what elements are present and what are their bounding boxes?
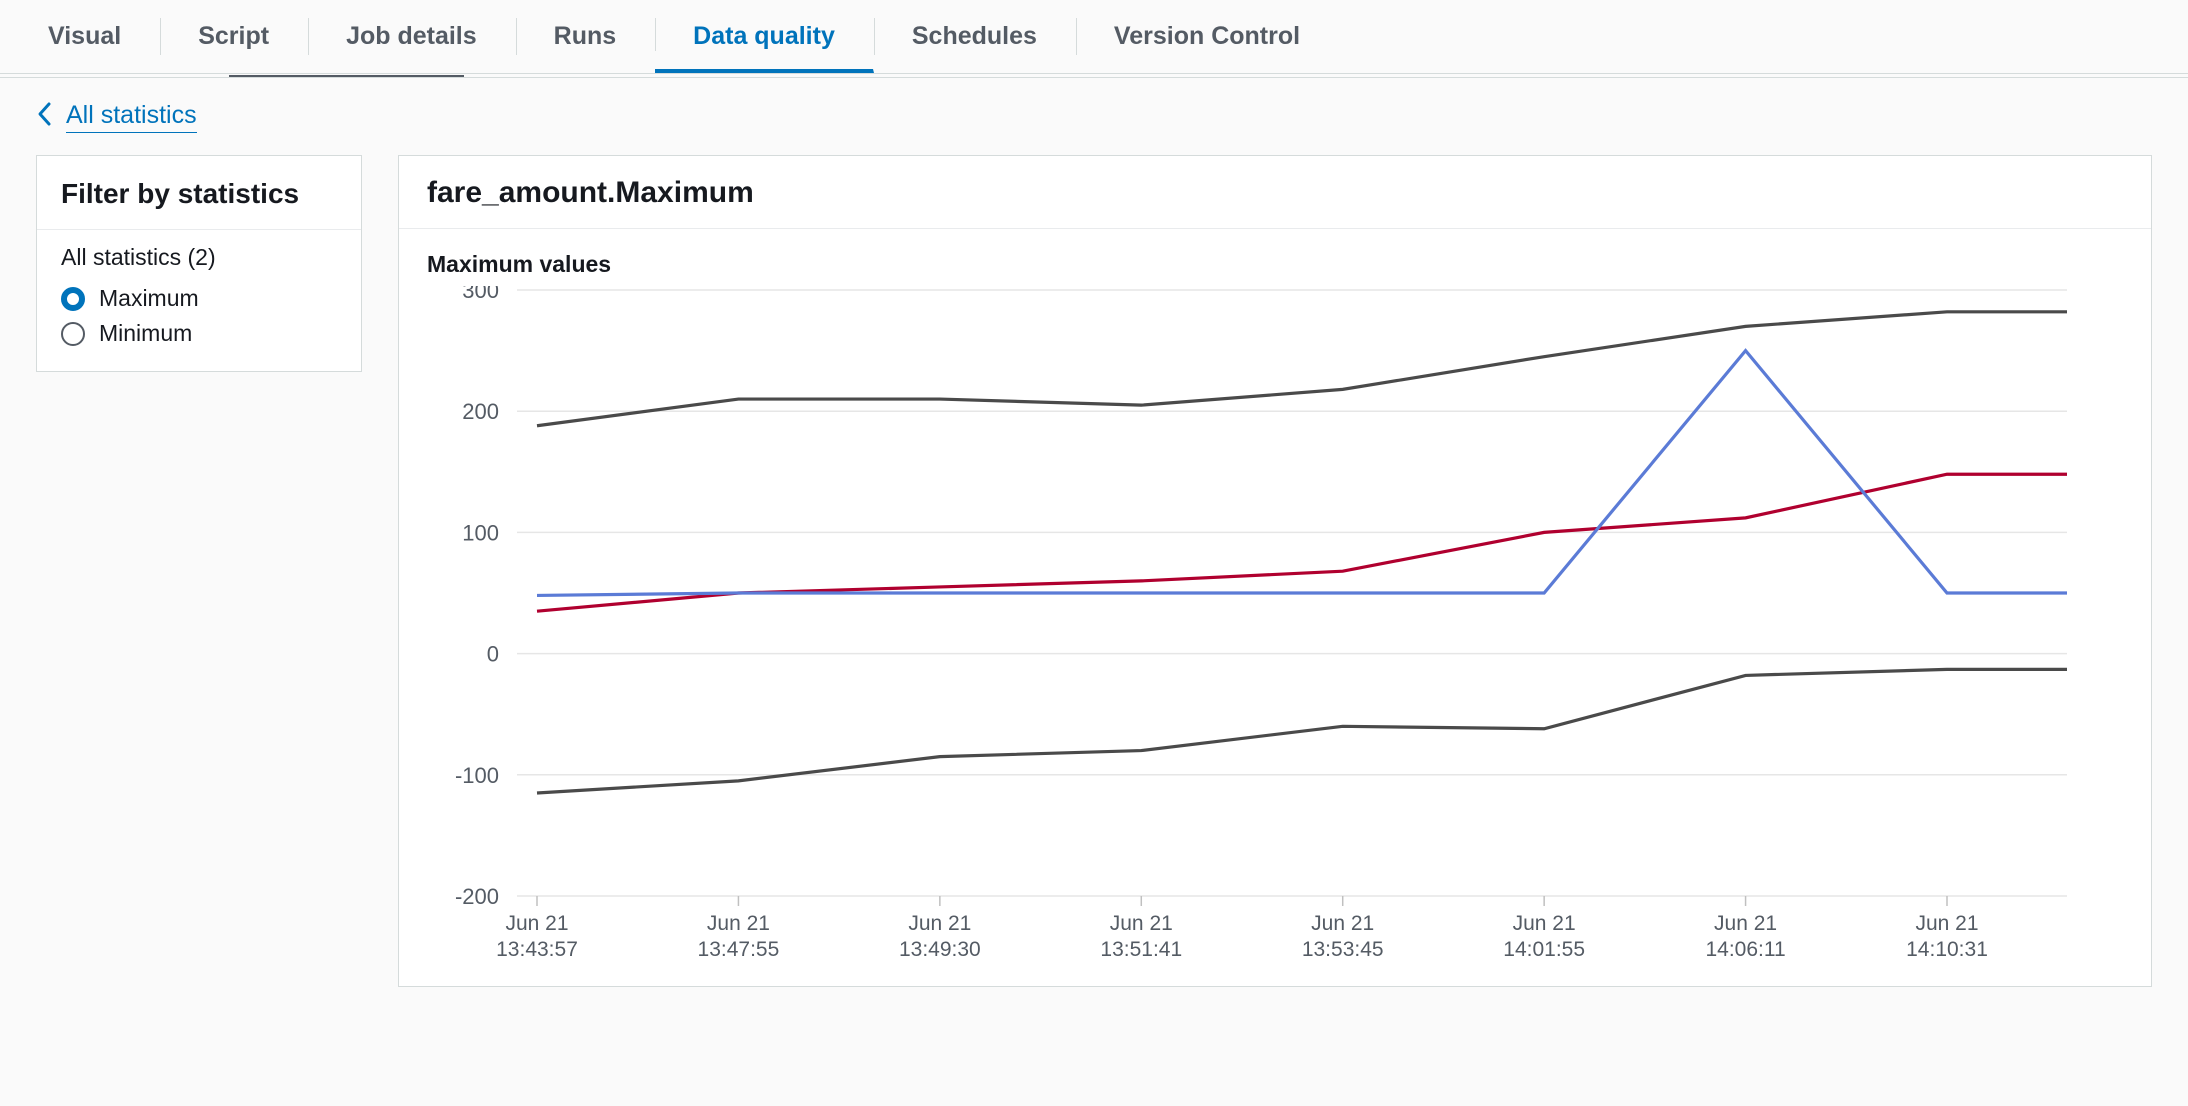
svg-text:13:53:45: 13:53:45 [1302,938,1384,961]
chevron-left-icon[interactable] [36,100,54,133]
tab-script[interactable]: Script [160,0,308,73]
svg-text:Jun 21: Jun 21 [1311,912,1374,935]
filter-all-statistics-label[interactable]: All statistics (2) [61,244,337,271]
svg-text:0: 0 [487,642,499,667]
svg-text:-200: -200 [455,884,499,909]
svg-text:Jun 21: Jun 21 [1714,912,1777,935]
filter-option-label: Minimum [99,320,192,347]
svg-text:-100: -100 [455,763,499,788]
svg-text:Jun 21: Jun 21 [1915,912,1978,935]
svg-text:14:06:11: 14:06:11 [1705,938,1785,961]
radio-icon [61,322,85,346]
tab-runs[interactable]: Runs [516,0,656,73]
filter-option-maximum[interactable]: Maximum [61,281,337,316]
svg-text:200: 200 [462,399,499,424]
line-chart: -200 -100 0 100 200 300 Jun 21 13:43:57 Jun 21 13… [427,286,2087,966]
tab-version-control[interactable]: Version Control [1076,0,1339,73]
filter-panel: Filter by statistics All statistics (2) … [36,155,362,372]
filter-option-label: Maximum [99,285,199,312]
svg-text:100: 100 [462,520,499,545]
svg-text:300: 300 [462,286,499,303]
svg-text:Jun 21: Jun 21 [1110,912,1173,935]
tabbar: Visual Script Job details Runs Data qual… [0,0,2188,74]
svg-text:14:01:55: 14:01:55 [1503,938,1585,961]
svg-text:Jun 21: Jun 21 [1513,912,1576,935]
svg-text:13:51:41: 13:51:41 [1100,938,1182,961]
svg-text:Jun 21: Jun 21 [707,912,770,935]
chart-panel: fare_amount.Maximum Maximum values -200-… [398,155,2152,987]
chart-panel-title: fare_amount.Maximum [399,156,2151,229]
chart-title: Maximum values [427,251,2123,278]
tab-schedules[interactable]: Schedules [874,0,1076,73]
tab-data-quality[interactable]: Data quality [655,0,874,73]
breadcrumb: All statistics [36,100,2152,133]
radio-icon [61,287,85,311]
svg-text:14:10:31: 14:10:31 [1906,938,1988,961]
filter-panel-title: Filter by statistics [37,156,361,230]
svg-text:13:43:57: 13:43:57 [496,938,578,961]
svg-text:13:47:55: 13:47:55 [698,938,780,961]
breadcrumb-back-link[interactable]: All statistics [66,101,197,133]
tab-visual[interactable]: Visual [10,0,160,73]
tab-job-details[interactable]: Job details [308,0,516,73]
svg-text:13:49:30: 13:49:30 [899,938,981,961]
filter-option-minimum[interactable]: Minimum [61,316,337,351]
svg-text:Jun 21: Jun 21 [505,912,568,935]
svg-text:Jun 21: Jun 21 [908,912,971,935]
